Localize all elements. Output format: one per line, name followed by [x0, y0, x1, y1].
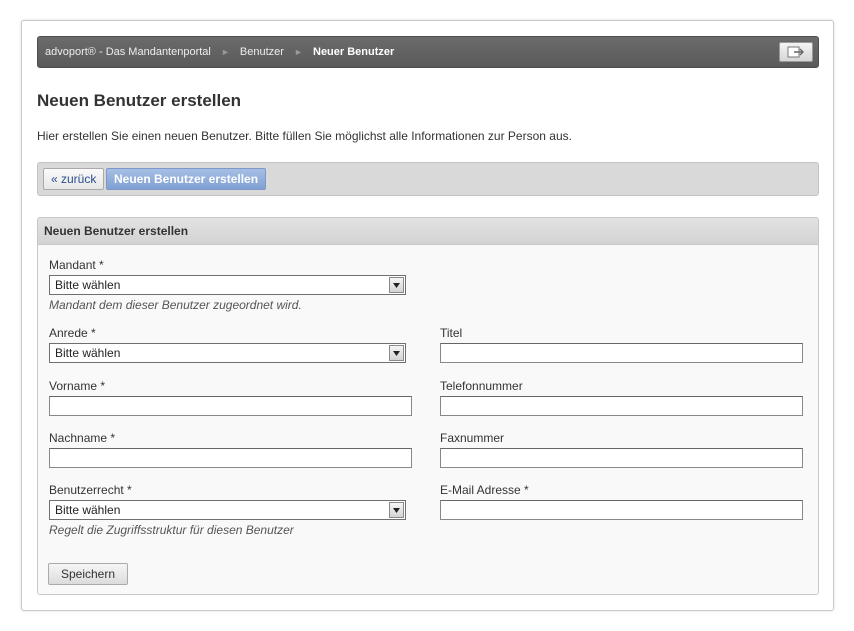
benutzerrecht-select-value: Bitte wählen — [55, 503, 121, 517]
vorname-label: Vorname * — [49, 379, 106, 393]
titel-label: Titel — [440, 326, 463, 340]
titel-field: Titel — [440, 326, 803, 363]
fax-label: Faxnummer — [440, 431, 505, 445]
titel-input[interactable] — [440, 343, 803, 363]
breadcrumb: advoport® - Das Mandantenportal ► Benutz… — [37, 36, 819, 68]
mandant-hint: Mandant dem dieser Benutzer zugeordnet w… — [49, 298, 302, 312]
anrede-field: Anrede * Bitte wählen — [49, 326, 406, 363]
page-title: Neuen Benutzer erstellen — [37, 91, 242, 110]
tab-new-user[interactable]: Neuen Benutzer erstellen — [106, 168, 267, 190]
chevron-right-icon: ► — [220, 47, 230, 57]
telefon-input[interactable] — [440, 396, 803, 416]
benutzerrecht-select[interactable]: Bitte wählen — [49, 500, 406, 520]
toolbar: « zurück Neuen Benutzer erstellen — [37, 162, 819, 196]
chevron-down-icon — [389, 345, 404, 361]
user-form-panel: Neuen Benutzer erstellen Mandant * Bitte… — [37, 217, 819, 595]
nachname-field: Nachname * — [49, 431, 412, 468]
email-label: E-Mail Adresse * — [440, 483, 529, 497]
fax-field: Faxnummer — [440, 431, 803, 468]
chevron-down-icon — [389, 277, 404, 293]
telefon-field: Telefonnummer — [440, 379, 803, 416]
save-button[interactable]: Speichern — [48, 563, 128, 585]
email-input[interactable] — [440, 500, 803, 520]
back-button[interactable]: « zurück — [43, 168, 105, 190]
panel-header: Neuen Benutzer erstellen — [38, 218, 818, 245]
benutzerrecht-label: Benutzerrecht * — [49, 483, 132, 497]
benutzerrecht-hint: Regelt die Zugriffsstruktur für diesen B… — [49, 523, 294, 537]
anrede-label: Anrede * — [49, 326, 96, 340]
anrede-select-value: Bitte wählen — [55, 346, 121, 360]
page-intro: Hier erstellen Sie einen neuen Benutzer.… — [37, 129, 572, 143]
nachname-input[interactable] — [49, 448, 412, 468]
nachname-label: Nachname * — [49, 431, 116, 445]
vorname-field: Vorname * — [49, 379, 412, 416]
fax-input[interactable] — [440, 448, 803, 468]
email-field: E-Mail Adresse * — [440, 483, 803, 520]
mandant-field: Mandant * Bitte wählen Mandant dem diese… — [49, 258, 406, 312]
logout-icon — [787, 46, 804, 58]
breadcrumb-item-current: Neuer Benutzer — [313, 46, 395, 58]
benutzerrecht-field: Benutzerrecht * Bitte wählen Regelt die … — [49, 483, 406, 537]
breadcrumb-items: advoport® - Das Mandantenportal ► Benutz… — [45, 46, 394, 58]
breadcrumb-item-portal[interactable]: advoport® - Das Mandantenportal — [45, 46, 211, 58]
telefon-label: Telefonnummer — [440, 379, 523, 393]
breadcrumb-item-benutzer[interactable]: Benutzer — [240, 46, 284, 58]
vorname-input[interactable] — [49, 396, 412, 416]
chevron-down-icon — [389, 502, 404, 518]
mandant-select[interactable]: Bitte wählen — [49, 275, 406, 295]
main-card: advoport® - Das Mandantenportal ► Benutz… — [21, 20, 834, 611]
mandant-label: Mandant * — [49, 258, 104, 272]
logout-button[interactable] — [779, 42, 813, 62]
chevron-right-icon: ► — [294, 47, 303, 57]
anrede-select[interactable]: Bitte wählen — [49, 343, 406, 363]
mandant-select-value: Bitte wählen — [55, 278, 121, 292]
